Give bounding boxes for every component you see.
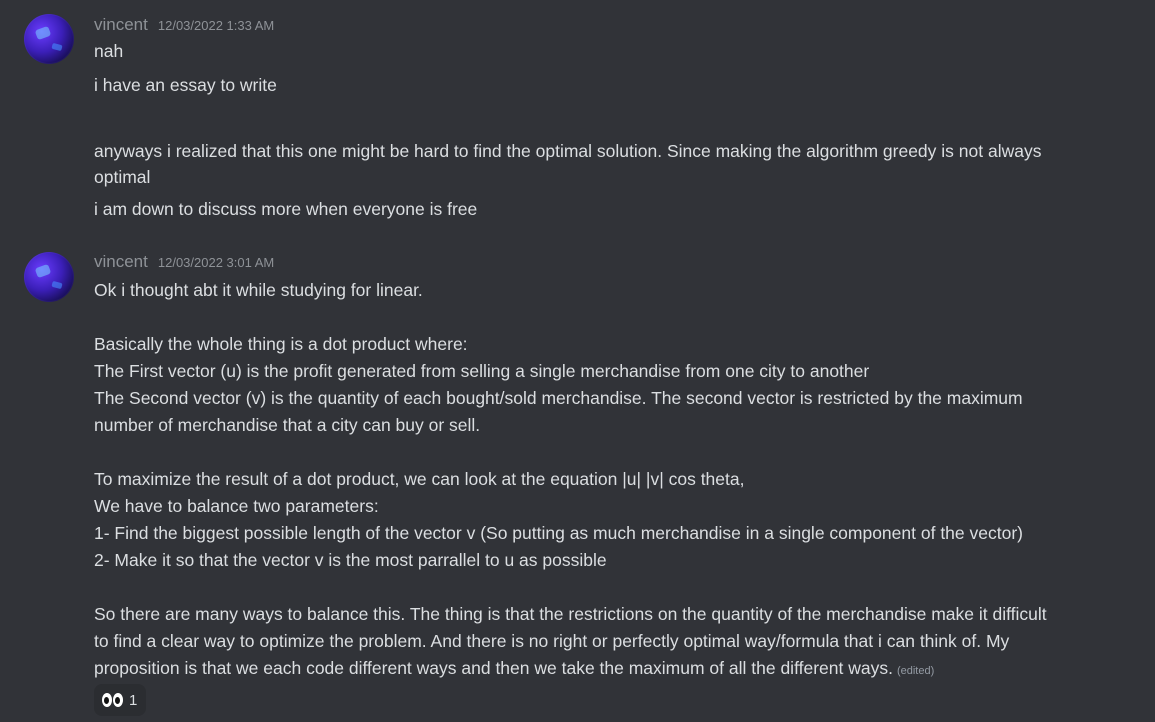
avatar-glint: [51, 280, 63, 290]
message-header: vincent 12/03/2022 1:33 AM: [94, 15, 274, 37]
avatar-glint: [34, 25, 52, 41]
message-text: 2- Make it so that the vector v is the m…: [94, 550, 607, 570]
username[interactable]: vincent: [94, 15, 148, 35]
message-text: The First vector (u) is the profit gener…: [94, 361, 870, 381]
timestamp[interactable]: 12/03/2022 3:01 AM: [158, 255, 274, 270]
message-text: Ok i thought abt it while studying for l…: [94, 280, 423, 300]
message-text-content: proposition is that we each code differe…: [94, 658, 893, 678]
timestamp[interactable]: 12/03/2022 1:33 AM: [158, 18, 274, 33]
avatar[interactable]: [24, 14, 74, 64]
reaction-count: 1: [129, 691, 138, 709]
message-header: vincent 12/03/2022 3:01 AM: [94, 252, 274, 274]
avatar-glint: [34, 263, 52, 279]
eyes-icon: [102, 693, 123, 707]
message-text: optimal: [94, 167, 151, 187]
message-text: We have to balance two parameters:: [94, 496, 379, 516]
message-text: 1- Find the biggest possible length of t…: [94, 523, 1023, 543]
message-text: to find a clear way to optimize the prob…: [94, 631, 1010, 651]
message-text: anyways i realized that this one might b…: [94, 141, 1042, 161]
avatar[interactable]: [24, 252, 74, 302]
message-text: So there are many ways to balance this. …: [94, 604, 1047, 624]
message-text: i have an essay to write: [94, 75, 277, 95]
message-text: number of merchandise that a city can bu…: [94, 415, 481, 435]
message-text: Basically the whole thing is a dot produ…: [94, 334, 468, 354]
reaction-button[interactable]: 1: [94, 684, 147, 716]
username[interactable]: vincent: [94, 252, 148, 272]
edited-label[interactable]: (edited): [897, 665, 934, 677]
message-text: nah: [94, 41, 124, 61]
message-text: i am down to discuss more when everyone …: [94, 199, 478, 219]
chat-message-list: vincent 12/03/2022 1:33 AM nah i have an…: [0, 0, 1155, 722]
message-text: The Second vector (v) is the quantity of…: [94, 388, 1023, 408]
avatar-glint: [51, 42, 63, 52]
message-text: proposition is that we each code differe…: [94, 655, 1149, 685]
message-text: To maximize the result of a dot product,…: [94, 469, 745, 489]
